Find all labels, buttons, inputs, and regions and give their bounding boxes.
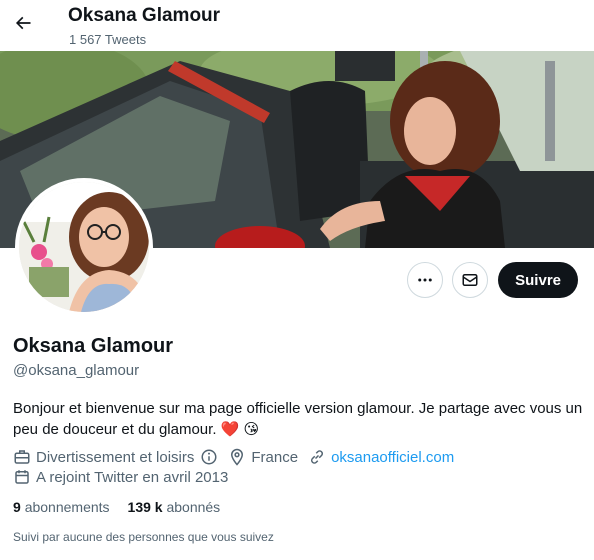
kiss-emoji: 😘 <box>243 421 260 438</box>
arrow-left-icon <box>15 16 31 30</box>
followers-link[interactable]: 139 k abonnés <box>128 499 221 515</box>
profile-actions: Suivre <box>407 262 578 298</box>
profile-name: Oksana Glamour <box>13 335 174 357</box>
message-button[interactable] <box>452 262 489 298</box>
back-button[interactable] <box>8 8 38 38</box>
info-icon[interactable] <box>200 448 218 466</box>
followed-by-text[interactable]: Suivi par aucune des personnes que vous … <box>13 530 274 544</box>
location-item: France <box>228 448 298 466</box>
category-label: Divertissement et loisirs <box>36 448 195 466</box>
envelope-icon <box>462 274 478 286</box>
calendar-icon <box>15 470 29 484</box>
followers-count: 139 k <box>127 499 163 515</box>
follow-button[interactable]: Suivre <box>498 262 578 298</box>
website-link[interactable]: oksanaofficiel.com <box>331 449 454 466</box>
more-button[interactable] <box>407 262 444 298</box>
profile-handle: @oksana_glamour <box>13 362 140 379</box>
followers-label: abonnés <box>166 499 221 515</box>
profile-avatar[interactable] <box>15 178 153 316</box>
joined-label: A rejoint Twitter en avril 2013 <box>36 468 229 486</box>
profile-meta: Divertissement et loisirs France oksanao… <box>13 448 464 466</box>
header-title: Oksana Glamour <box>68 5 221 26</box>
more-horizontal-icon <box>418 278 432 282</box>
following-link[interactable]: 9 abonnements <box>13 499 110 515</box>
briefcase-icon <box>14 450 30 464</box>
following-label: abonnements <box>24 499 110 515</box>
top-bar: Oksana Glamour 1 567 Tweets <box>0 0 594 51</box>
joined-item: A rejoint Twitter en avril 2013 <box>13 468 228 486</box>
location-pin-icon <box>231 448 244 466</box>
tweet-count: 1 567 Tweets <box>69 32 147 47</box>
following-count: 9 <box>13 499 21 515</box>
heart-emoji: ❤️ <box>220 421 240 438</box>
bio-text: Bonjour et bienvenue sur ma page officie… <box>13 400 583 438</box>
website-item: oksanaofficiel.com <box>308 448 454 466</box>
profile-bio: Bonjour et bienvenue sur ma page officie… <box>13 398 583 440</box>
follow-stats: 9 abonnements 139 k abonnés <box>13 499 220 515</box>
category-item: Divertissement et loisirs <box>13 448 218 466</box>
joined-row: A rejoint Twitter en avril 2013 <box>13 468 238 486</box>
link-icon <box>311 450 324 464</box>
location-label: France <box>251 448 299 466</box>
